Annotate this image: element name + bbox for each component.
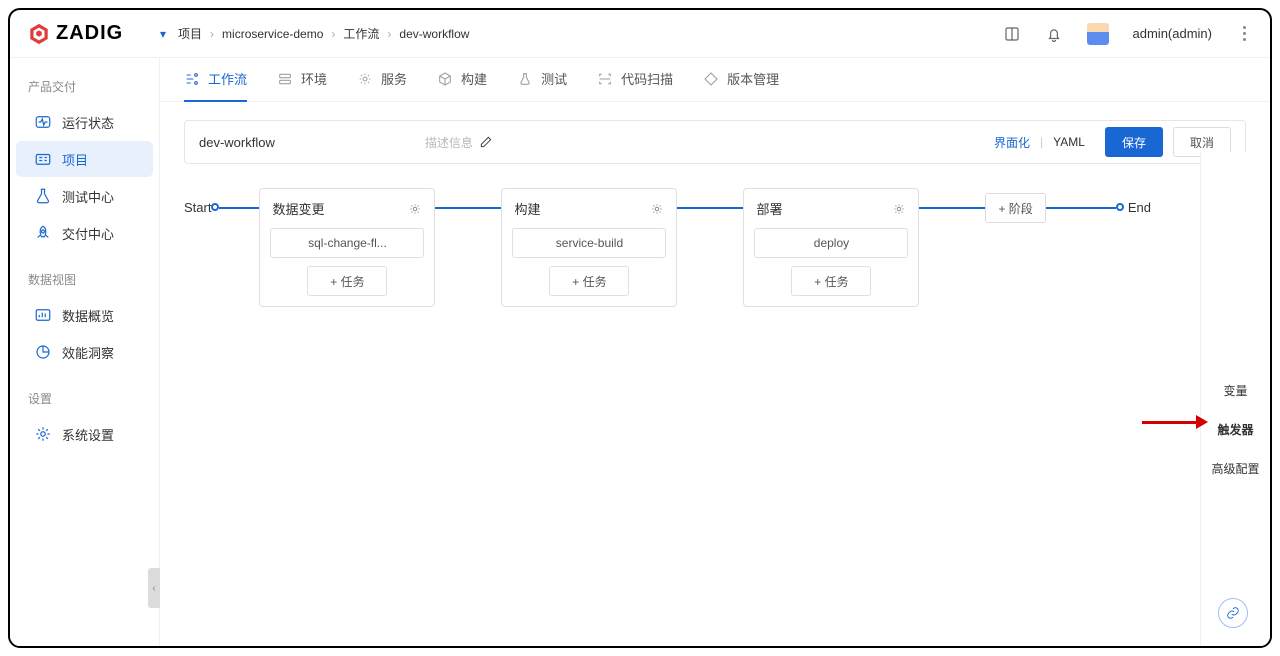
sidebar-item-perfinsight[interactable]: 效能洞察 <box>16 334 153 370</box>
right-rail: 变量 触发器 高级配置 <box>1200 152 1270 646</box>
sidebar-section-settings: 设置 <box>10 384 159 415</box>
sidebar-section-delivery: 产品交付 <box>10 72 159 103</box>
share-link-button[interactable] <box>1218 598 1248 628</box>
tab-version[interactable]: 版本管理 <box>703 58 779 102</box>
gear-icon <box>34 425 52 443</box>
pipeline-start: Start <box>184 188 211 215</box>
stage-title: 构建 <box>514 199 540 218</box>
crumb-l2[interactable]: microservice-demo <box>222 27 323 41</box>
tab-test[interactable]: 测试 <box>517 58 567 102</box>
brand-logo[interactable]: ZADIG <box>28 22 160 45</box>
stage-title: 数据变更 <box>272 199 324 218</box>
sidebar-item-deliverycenter[interactable]: 交付中心 <box>16 215 153 251</box>
sidebar-item-project[interactable]: 项目 <box>16 141 153 177</box>
mode-ui[interactable]: 界面化 <box>994 134 1030 151</box>
scan-icon <box>597 71 613 87</box>
tab-scan[interactable]: 代码扫描 <box>597 58 673 102</box>
save-button[interactable]: 保存 <box>1105 127 1163 157</box>
rocket-icon <box>34 224 52 242</box>
pie-icon <box>34 343 52 361</box>
stage-gear-icon[interactable] <box>408 202 422 216</box>
pipeline-end: End <box>1128 188 1151 215</box>
crumb-l3[interactable]: 工作流 <box>343 25 379 42</box>
sidebar-collapse-handle[interactable]: ‹ <box>148 568 160 608</box>
more-menu-icon[interactable] <box>1236 26 1252 41</box>
link-icon <box>1226 606 1240 620</box>
rail-vars[interactable]: 变量 <box>1223 382 1247 399</box>
flask-sm-icon <box>517 71 533 87</box>
username[interactable]: admin(admin) <box>1133 26 1212 41</box>
workflow-toolbar: dev-workflow 描述信息 界面化 | YAML 保存 取消 <box>184 120 1246 164</box>
logo-icon <box>28 23 50 45</box>
task-item[interactable]: sql-change-fl... <box>270 228 424 258</box>
stage-card-1[interactable]: 构建 service-build + 任务 <box>501 188 677 307</box>
cube-icon <box>437 71 453 87</box>
crumb-l4[interactable]: dev-workflow <box>399 27 469 41</box>
stage-gear-icon[interactable] <box>892 202 906 216</box>
stage-gear-icon[interactable] <box>650 202 664 216</box>
sidebar-section-dataview: 数据视图 <box>10 265 159 296</box>
book-icon[interactable] <box>1003 25 1021 43</box>
avatar[interactable] <box>1087 23 1109 45</box>
bell-icon[interactable] <box>1045 25 1063 43</box>
workflow-name: dev-workflow <box>199 135 275 150</box>
add-task-button[interactable]: + 任务 <box>791 266 871 296</box>
project-icon <box>34 150 52 168</box>
sidebar: 产品交付 运行状态 项目 测试中心 交付中心 数据视图 数据概览 <box>10 58 160 646</box>
tab-env[interactable]: 环境 <box>277 58 327 102</box>
workflow-desc[interactable]: 描述信息 <box>425 134 493 151</box>
rail-advanced[interactable]: 高级配置 <box>1211 460 1259 477</box>
cog-icon <box>357 71 373 87</box>
stage-card-2[interactable]: 部署 deploy + 任务 <box>743 188 919 307</box>
sidebar-item-testcenter[interactable]: 测试中心 <box>16 178 153 214</box>
mode-toggle: 界面化 | YAML <box>994 134 1085 151</box>
edit-icon[interactable] <box>479 135 493 149</box>
breadcrumb: ▾ 项目 › microservice-demo › 工作流 › dev-wor… <box>160 25 469 42</box>
pulse-icon <box>34 113 52 131</box>
crumb-l1[interactable]: 项目 <box>178 25 202 42</box>
tab-build[interactable]: 构建 <box>437 58 487 102</box>
add-task-button[interactable]: + 任务 <box>307 266 387 296</box>
tab-service[interactable]: 服务 <box>357 58 407 102</box>
project-tabs: 工作流 环境 服务 构建 测试 <box>160 58 1270 102</box>
breadcrumb-dropdown-icon[interactable]: ▾ <box>160 27 166 41</box>
tag-icon <box>703 71 719 87</box>
workflow-icon <box>184 71 200 87</box>
pipeline-canvas: Start 数据变更 sql-change-fl... + 任务 <box>184 188 1246 307</box>
add-task-button[interactable]: + 任务 <box>549 266 629 296</box>
mode-yaml[interactable]: YAML <box>1053 135 1085 149</box>
chart-icon <box>34 306 52 324</box>
flask-icon <box>34 187 52 205</box>
add-stage-button[interactable]: + 阶段 <box>985 193 1045 223</box>
brand-text: ZADIG <box>56 22 123 45</box>
task-item[interactable]: deploy <box>754 228 908 258</box>
sidebar-item-status[interactable]: 运行状态 <box>16 104 153 140</box>
rail-trigger[interactable]: 触发器 <box>1217 421 1253 438</box>
task-item[interactable]: service-build <box>512 228 666 258</box>
sidebar-item-dataoverview[interactable]: 数据概览 <box>16 297 153 333</box>
tab-workflow[interactable]: 工作流 <box>184 58 247 102</box>
stage-title: 部署 <box>756 199 782 218</box>
stage-card-0[interactable]: 数据变更 sql-change-fl... + 任务 <box>259 188 435 307</box>
layers-icon <box>277 71 293 87</box>
sidebar-item-sysset[interactable]: 系统设置 <box>16 416 153 452</box>
